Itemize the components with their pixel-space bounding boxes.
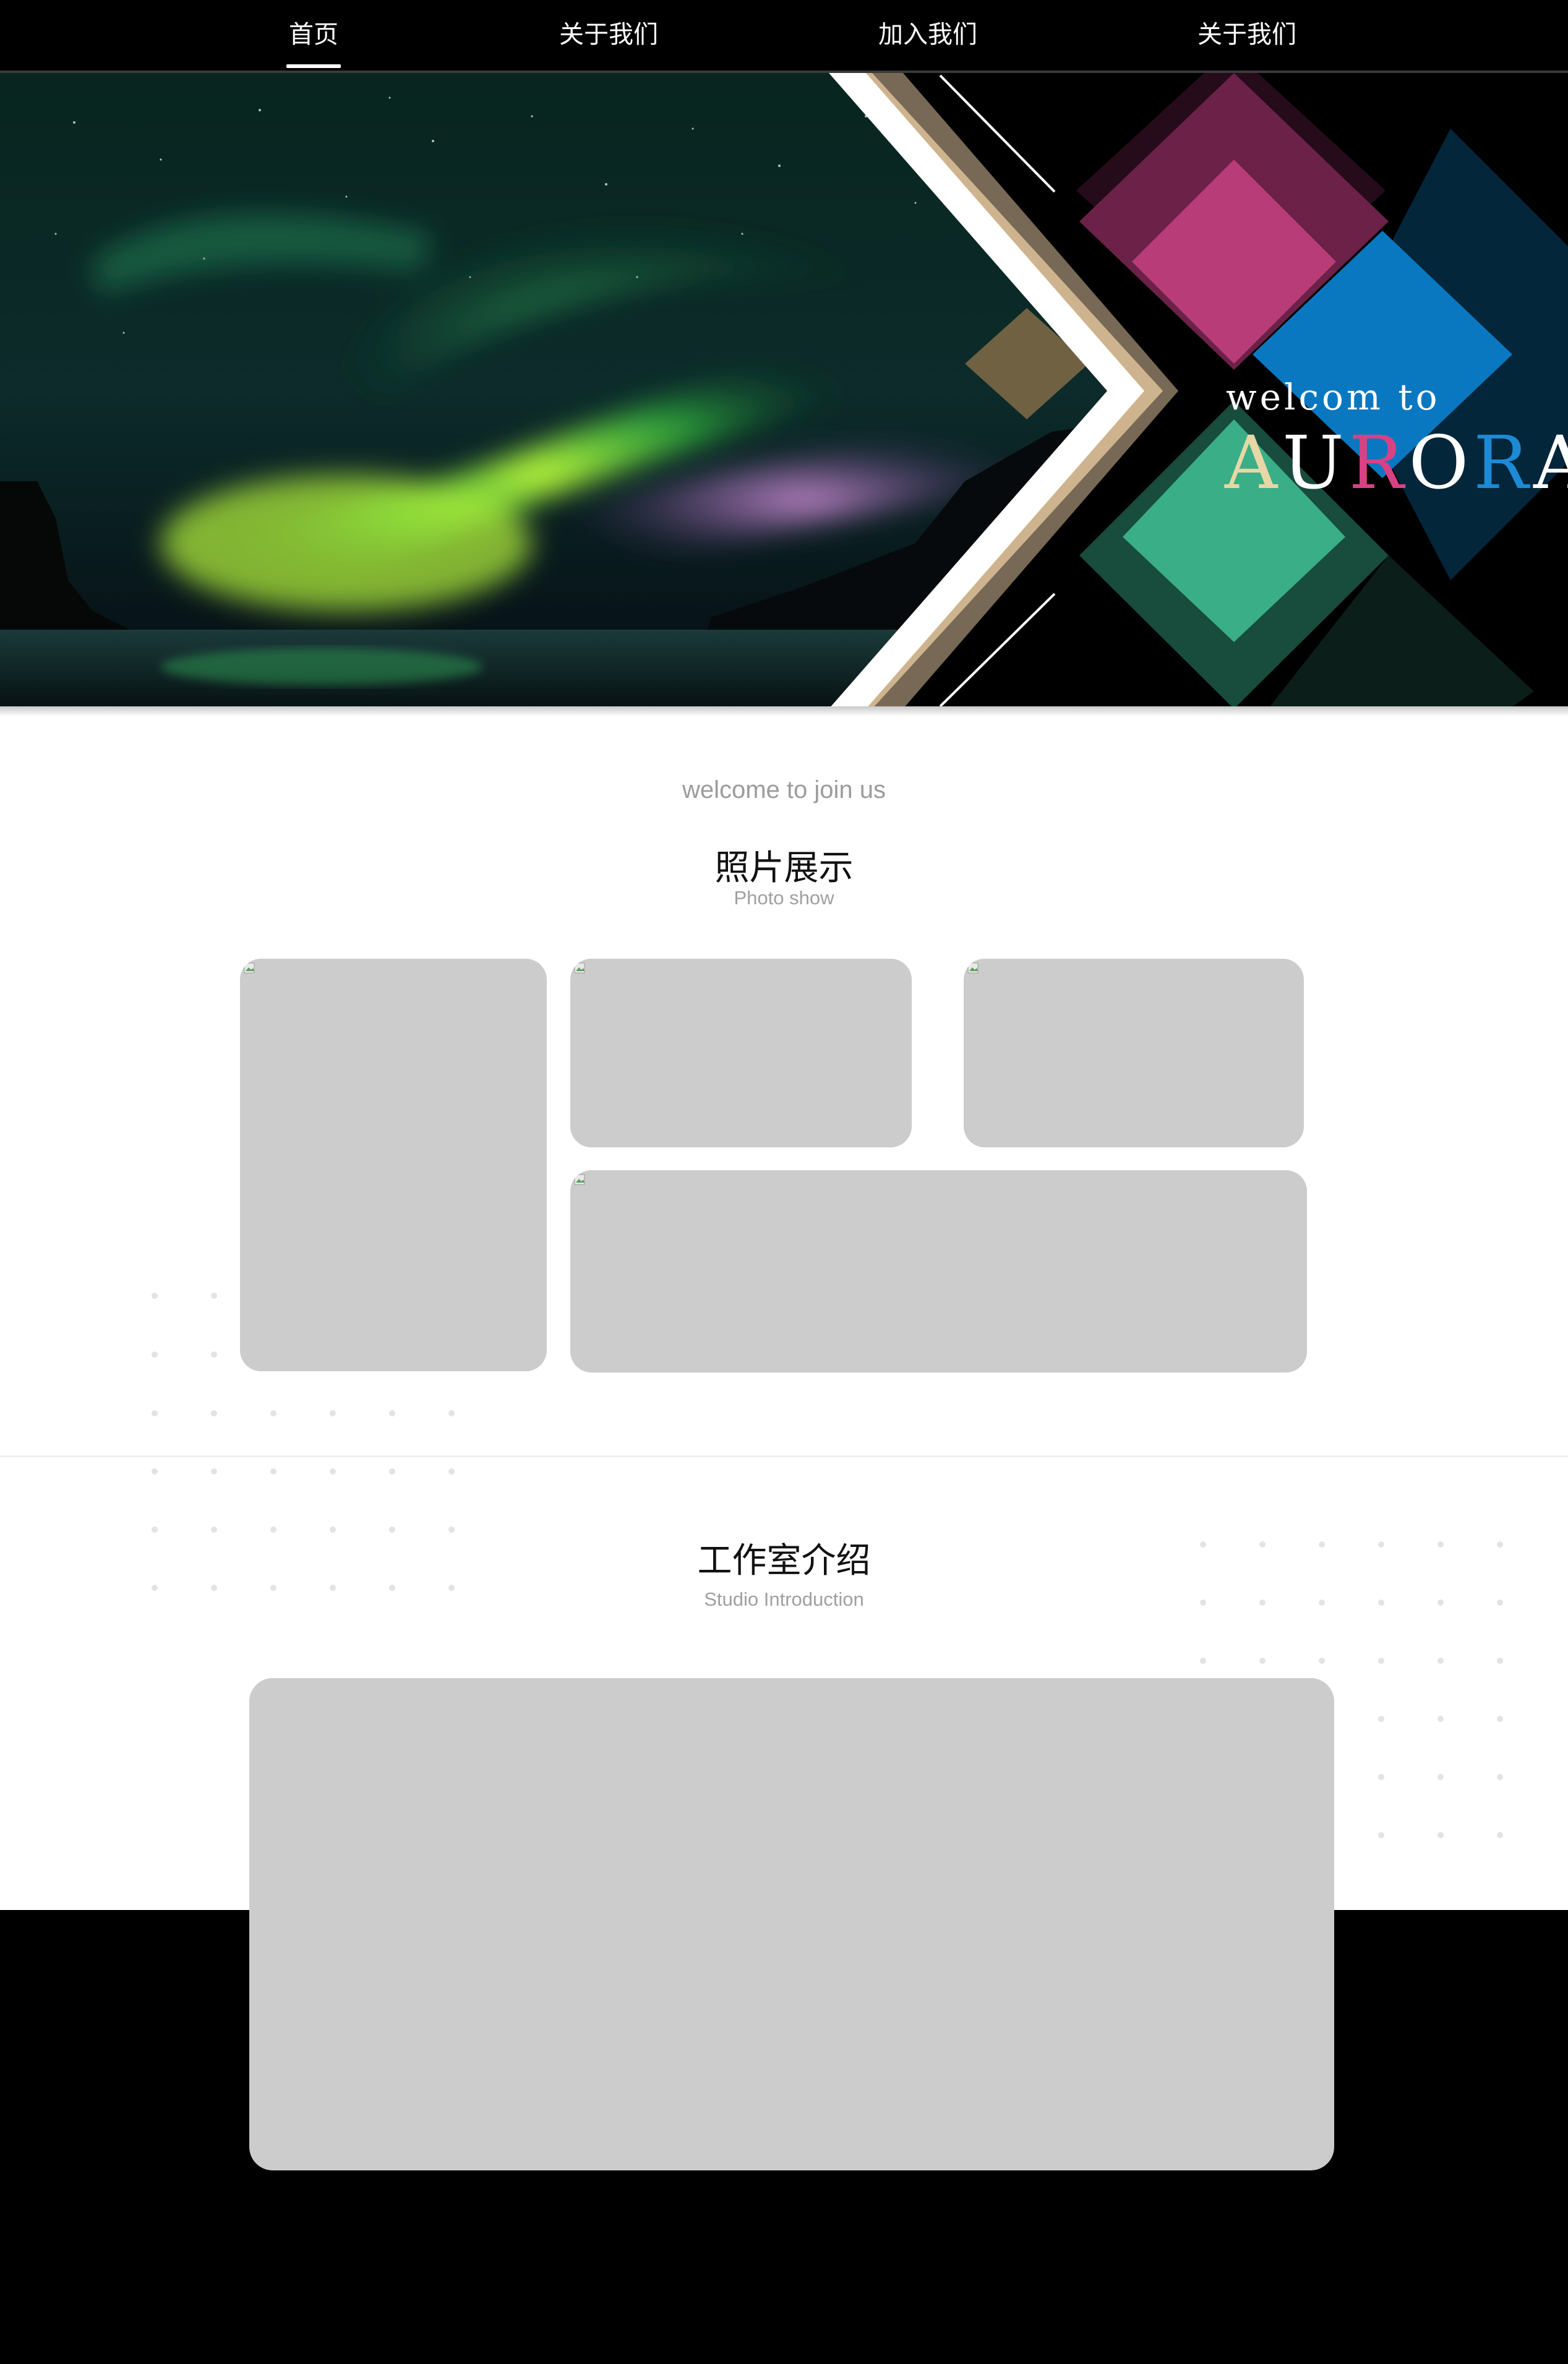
hero-title-letter: A xyxy=(1533,420,1568,505)
welcome-join-text: welcome to join us xyxy=(682,776,886,803)
nav-item-join[interactable]: 加入我们 xyxy=(878,17,977,52)
hero-title-letter: R xyxy=(1473,420,1534,505)
nav-item-home[interactable]: 首页 xyxy=(286,17,341,68)
hero-title-letter: U xyxy=(1282,420,1349,505)
photo-tile-2[interactable] xyxy=(570,959,912,1147)
hero-banner: welcom to AURORA xyxy=(0,73,1568,709)
broken-image-icon xyxy=(574,962,585,974)
top-nav: 首页 关于我们 加入我们 关于我们 xyxy=(0,0,1568,73)
section-divider xyxy=(0,1455,1568,1457)
hero-welcome-text: welcom to xyxy=(1226,376,1441,418)
hero-title-letter: R xyxy=(1348,420,1409,505)
studio-intro-image[interactable] xyxy=(249,1678,1334,2170)
hero-shadow xyxy=(0,706,1568,716)
nav-item-about-2[interactable]: 关于我们 xyxy=(1197,17,1296,52)
broken-image-icon xyxy=(967,962,979,974)
studio-section-subtitle: Studio Introduction xyxy=(704,1588,864,1610)
hero-title: AURORA xyxy=(1225,419,1568,506)
hero-title-letter: A xyxy=(1225,420,1283,505)
photo-tile-1[interactable] xyxy=(240,959,547,1371)
photo-section-title: 照片展示 xyxy=(714,848,854,888)
photo-section-subtitle: Photo show xyxy=(734,887,834,909)
photo-tile-3[interactable] xyxy=(964,959,1304,1147)
broken-image-icon xyxy=(244,962,255,974)
studio-section-title: 工作室介绍 xyxy=(697,1541,871,1581)
broken-image-icon xyxy=(574,1174,585,1185)
photo-tile-4[interactable] xyxy=(570,1170,1307,1373)
nav-item-about[interactable]: 关于我们 xyxy=(559,17,658,52)
hero-title-letter: O xyxy=(1408,420,1474,505)
